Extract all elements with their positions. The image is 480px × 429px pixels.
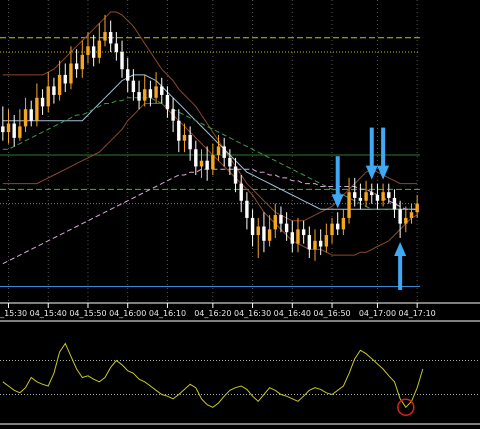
candle-body xyxy=(313,240,317,250)
time-tick-label: 04_16:20 xyxy=(194,309,231,318)
candle-body xyxy=(171,109,175,121)
candle-body xyxy=(57,74,62,95)
candle-body xyxy=(23,109,28,127)
candle-body xyxy=(6,123,11,133)
candle-body xyxy=(228,157,232,167)
time-axis: 04_15:3004_15:4004_15:5004_16:0004_16:10… xyxy=(0,302,480,322)
candle-body xyxy=(353,192,357,198)
oscillator-panel xyxy=(0,322,480,429)
arrow-shaft xyxy=(335,156,340,197)
arrow-shaft xyxy=(381,127,386,168)
candle-body xyxy=(387,192,391,198)
candle-body xyxy=(245,200,249,218)
arrow-shaft xyxy=(398,253,403,290)
candle-body xyxy=(239,183,243,201)
time-tick-label: 04_16:00 xyxy=(109,309,146,318)
candle-body xyxy=(273,215,277,230)
candle-body xyxy=(216,146,221,155)
candle-body xyxy=(336,223,340,230)
candle-body xyxy=(114,43,119,53)
candle-body xyxy=(91,46,96,58)
candle-body xyxy=(250,217,255,236)
time-tick-label: 04_15:50 xyxy=(69,309,106,318)
candle-body xyxy=(398,209,402,224)
candle-body xyxy=(1,126,5,133)
candle-body xyxy=(199,160,204,167)
candle-body xyxy=(262,226,266,241)
candle-body xyxy=(381,192,385,201)
candle-body xyxy=(103,32,107,41)
candle-body xyxy=(108,32,113,44)
candle-body xyxy=(18,126,22,138)
candle-body xyxy=(205,160,209,170)
candle-body xyxy=(296,229,300,244)
time-axis-ticks: 04_15:3004_15:4004_15:5004_16:0004_16:10… xyxy=(0,303,436,318)
candle-body xyxy=(415,203,419,213)
candle-body xyxy=(358,197,363,201)
time-tick-label: 04_17:10 xyxy=(399,309,436,318)
time-tick-label: 04_17:00 xyxy=(359,309,396,318)
candle-body xyxy=(160,86,164,95)
candle-body xyxy=(256,226,260,236)
candle-body xyxy=(137,92,141,101)
candle-body xyxy=(165,94,170,110)
candle-body xyxy=(279,215,283,224)
candle-body xyxy=(12,123,16,138)
candle-body xyxy=(284,223,289,233)
chart-stage: 04_15:3004_15:4004_15:5004_16:0004_16:10… xyxy=(0,0,480,429)
candle-body xyxy=(194,149,198,167)
candle-body xyxy=(409,212,414,218)
arrow-shaft xyxy=(369,127,374,168)
candle-body xyxy=(188,134,192,150)
candle-body xyxy=(347,192,351,218)
price-chart-background xyxy=(0,0,480,303)
candle-body xyxy=(364,192,368,201)
candle-body xyxy=(63,74,67,84)
time-tick-label: 04_16:40 xyxy=(274,309,311,318)
price-chart xyxy=(0,0,480,303)
time-tick-label: 04_16:50 xyxy=(313,309,350,318)
candle-body xyxy=(233,166,238,184)
candle-body xyxy=(307,235,312,250)
candle-body xyxy=(222,146,226,158)
candle-body xyxy=(154,86,158,98)
candle-body xyxy=(392,197,397,210)
time-tick-label: 04_15:30 xyxy=(0,309,27,318)
candle-body xyxy=(182,134,187,141)
candle-body xyxy=(318,240,323,247)
candle-body xyxy=(97,40,102,58)
candle-body xyxy=(143,89,147,101)
candle-body xyxy=(35,97,39,121)
candle-body xyxy=(80,54,84,70)
candle-body xyxy=(341,217,346,230)
candle-body xyxy=(375,195,380,201)
candle-body xyxy=(40,97,45,107)
candle-body xyxy=(148,89,153,98)
candle-body xyxy=(126,69,130,81)
time-tick-label: 04_16:30 xyxy=(234,309,271,318)
candle-body xyxy=(404,217,408,224)
candle-body xyxy=(131,80,136,93)
candle-body xyxy=(330,223,334,236)
time-tick-label: 04_15:40 xyxy=(30,309,67,318)
candle-body xyxy=(52,86,56,95)
candle-body xyxy=(74,63,79,70)
candle-body xyxy=(370,192,374,196)
candle-body xyxy=(120,52,124,70)
candle-body xyxy=(46,86,50,107)
candle-body xyxy=(324,235,329,247)
candle-body xyxy=(29,109,33,121)
candle-body xyxy=(69,63,73,84)
oscillator-background xyxy=(0,322,480,429)
candle-body xyxy=(267,229,272,241)
candle-body xyxy=(211,155,215,170)
candle-body xyxy=(301,229,306,236)
candle-body xyxy=(86,46,90,55)
candle-body xyxy=(290,232,294,244)
time-tick-label: 04_16:10 xyxy=(149,309,186,318)
candle-body xyxy=(177,120,181,141)
